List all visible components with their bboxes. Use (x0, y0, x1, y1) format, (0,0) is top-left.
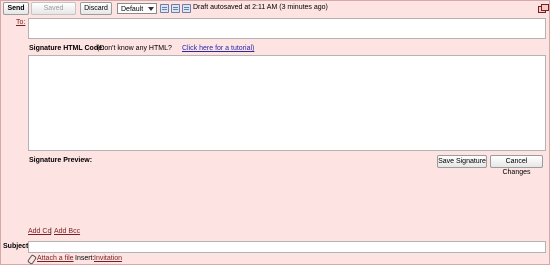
subject-field[interactable] (28, 241, 546, 253)
chevron-down-icon (148, 7, 154, 11)
add-bcc-link[interactable]: Add Bcc (54, 228, 80, 235)
signature-html-label: Signature HTML Code: (29, 45, 105, 52)
print-icon[interactable] (171, 4, 180, 13)
popout-icon[interactable] (538, 4, 549, 13)
format-select-value: Default (121, 6, 144, 13)
save-signature-button[interactable]: Save Signature (437, 155, 487, 168)
save-draft-icon[interactable] (160, 4, 169, 13)
cc-bcc-separator: | (50, 228, 52, 235)
discard-button[interactable]: Discard (80, 2, 112, 15)
tutorial-link[interactable]: Click here for a tutorial) (182, 45, 254, 52)
autosave-status: Draft autosaved at 2:11 AM (3 minutes ag… (193, 4, 328, 11)
to-field[interactable] (28, 18, 546, 39)
cancel-changes-button[interactable]: Cancel Changes (490, 155, 543, 176)
add-cc-link[interactable]: Add Cc (28, 228, 51, 235)
to-label[interactable]: To: (16, 19, 25, 26)
saved-button: Saved (31, 2, 76, 15)
signature-html-editor[interactable] (28, 55, 546, 151)
insert-label: Insert: (75, 255, 95, 262)
html-hint: (Don't know any HTML? (97, 45, 172, 52)
document-icon[interactable] (182, 4, 191, 13)
send-button[interactable]: Send (3, 2, 29, 15)
subject-label: Subject: (3, 243, 31, 250)
attach-file-link[interactable]: Attach a file (37, 255, 74, 262)
signature-preview-label: Signature Preview: (29, 157, 93, 164)
invitation-link[interactable]: Invitation (94, 255, 122, 262)
format-select[interactable]: Default (117, 3, 157, 14)
